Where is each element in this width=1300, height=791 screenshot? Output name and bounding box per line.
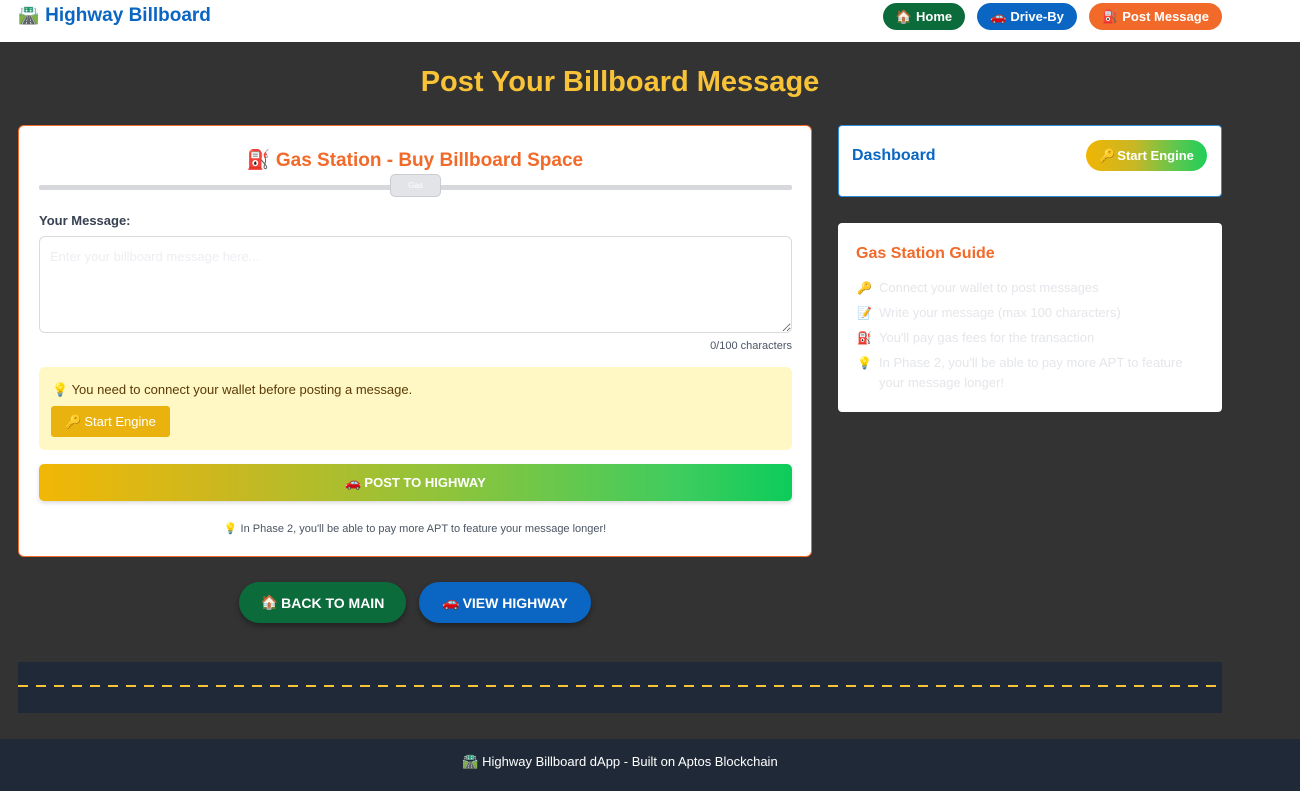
gas-station-title-text: Gas Station - Buy Billboard Space <box>275 150 584 171</box>
view-highway-label: VIEW HIGHWAY <box>462 594 568 611</box>
phase-2-note-text: In Phase 2, you'll be able to pay more A… <box>240 523 607 535</box>
fuel-pump-icon: ⛽ <box>857 331 872 345</box>
nav-home-button[interactable]: 🏠 Home <box>883 3 965 30</box>
post-button-label: POST TO HIGHWAY <box>364 475 486 490</box>
dashboard-title: Dashboard <box>852 147 936 164</box>
dashboard-start-engine-label: Start Engine <box>1117 148 1194 163</box>
brand-link[interactable]: 🛣️ Highway Billboard <box>18 5 211 27</box>
post-to-highway-button[interactable]: 🚗 POST TO HIGHWAY <box>39 464 792 501</box>
page-title: Post Your Billboard Message <box>420 66 820 98</box>
nav-post-message-label: Post Message <box>1122 9 1209 24</box>
footer-text: 🛣️ Highway Billboard dApp - Built on Apt… <box>0 754 1240 770</box>
key-icon: 🔑 <box>1099 147 1116 163</box>
lightbulb-icon: 💡 <box>52 382 69 397</box>
lightbulb-icon: 💡 <box>223 523 238 535</box>
guide-item: ⛽ You'll pay gas fees for the transactio… <box>857 328 1207 348</box>
memo-icon: 📝 <box>857 306 872 320</box>
guide-list: 🔑 Connect your wallet to post messages 📝… <box>857 278 1207 398</box>
road-lane-divider <box>18 685 1222 687</box>
dashboard-start-engine-button[interactable]: 🔑 Start Engine <box>1086 140 1207 171</box>
gas-slider-handle[interactable]: Gas <box>390 174 441 197</box>
guide-item: 📝 Write your message (max 100 characters… <box>857 303 1207 323</box>
wallet-warning-box: 💡 You need to connect your wallet before… <box>39 367 792 450</box>
nav-drive-by-label: Drive-By <box>1010 9 1064 24</box>
guide-item-text: In Phase 2, you'll be able to pay more A… <box>879 355 1183 390</box>
view-highway-button[interactable]: 🚗 VIEW HIGHWAY <box>419 582 591 623</box>
key-icon: 🔑 <box>65 413 82 429</box>
brand-title: Highway Billboard <box>45 5 211 26</box>
nav-drive-by-button[interactable]: 🚗 Drive-By <box>977 3 1077 30</box>
message-textarea[interactable] <box>39 236 792 333</box>
car-icon: 🚗 <box>345 474 362 490</box>
guide-item: 🔑 Connect your wallet to post messages <box>857 278 1207 298</box>
nav-home-label: Home <box>916 9 953 24</box>
guide-item-text: You'll pay gas fees for the transaction <box>879 330 1095 345</box>
gas-station-title: ⛽ Gas Station - Buy Billboard Space <box>19 148 811 172</box>
nav-post-message-button[interactable]: ⛽ Post Message <box>1089 3 1222 30</box>
start-engine-button[interactable]: 🔑 Start Engine <box>51 406 170 437</box>
guide-item-text: Connect your wallet to post messages <box>879 280 1099 295</box>
fuel-pump-icon: ⛽ <box>1102 8 1119 24</box>
gas-station-card: ⛽ Gas Station - Buy Billboard Space Gas … <box>18 125 812 557</box>
highway-road <box>18 662 1222 713</box>
guide-title: Gas Station Guide <box>856 245 995 262</box>
character-count: 0/100 characters <box>710 340 792 352</box>
house-icon: 🏠 <box>895 8 913 24</box>
house-icon: 🏠 <box>260 594 279 610</box>
highway-icon: 🛣️ <box>18 6 40 25</box>
key-icon: 🔑 <box>857 281 872 295</box>
back-to-main-button[interactable]: 🏠 BACK TO MAIN <box>239 582 406 623</box>
highway-icon: 🛣️ <box>462 754 479 769</box>
wallet-warning-message: You need to connect your wallet before p… <box>71 382 413 397</box>
car-icon: 🚗 <box>990 8 1007 24</box>
footer: 🛣️ Highway Billboard dApp - Built on Apt… <box>0 739 1300 791</box>
car-icon: 🚗 <box>442 594 460 610</box>
guide-item: 💡 In Phase 2, you'll be able to pay more… <box>857 353 1207 393</box>
dashboard-card: Dashboard 🔑 Start Engine <box>838 125 1222 197</box>
phase-2-note: 💡 In Phase 2, you'll be able to pay more… <box>19 522 811 535</box>
start-engine-label: Start Engine <box>84 414 156 429</box>
message-label: Your Message: <box>39 213 131 228</box>
guide-item-text: Write your message (max 100 characters) <box>879 305 1121 320</box>
back-to-main-label: BACK TO MAIN <box>281 594 385 611</box>
main-nav: 🏠 Home 🚗 Drive-By ⛽ Post Message <box>883 3 1222 30</box>
gas-station-guide-card: Gas Station Guide 🔑 Connect your wallet … <box>838 223 1222 412</box>
footer-label: Highway Billboard dApp - Built on Aptos … <box>482 754 778 769</box>
lightbulb-icon: 💡 <box>857 356 872 370</box>
wallet-warning-text: 💡 You need to connect your wallet before… <box>52 382 412 398</box>
fuel-pump-icon: ⛽ <box>246 150 271 171</box>
top-navbar: 🛣️ Highway Billboard 🏠 Home 🚗 Drive-By ⛽… <box>0 0 1300 42</box>
